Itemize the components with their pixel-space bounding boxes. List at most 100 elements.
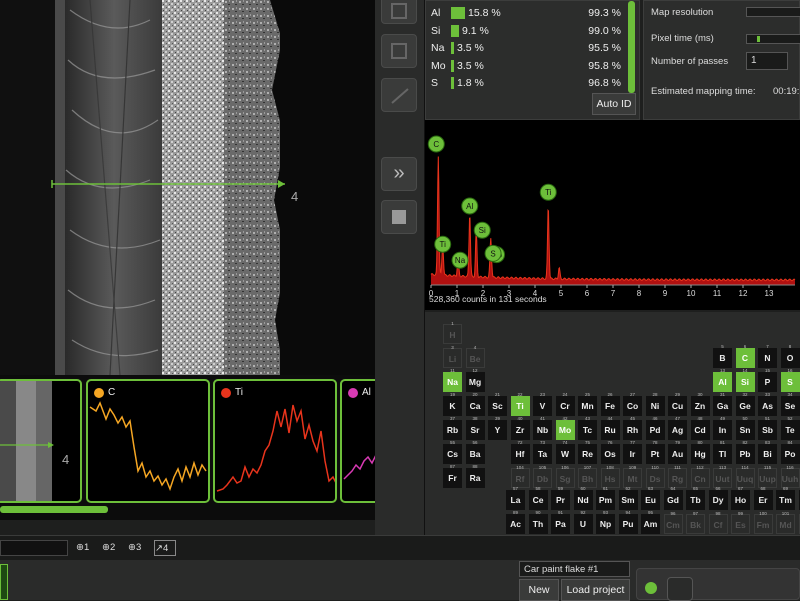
element-Na[interactable]: 11Na bbox=[443, 372, 462, 392]
element-Am[interactable]: 95Am bbox=[641, 514, 660, 534]
element-Tm[interactable]: 69Tm bbox=[776, 490, 795, 510]
element-Cs[interactable]: 55Cs bbox=[443, 444, 462, 464]
element-Sn[interactable]: 50Sn bbox=[736, 420, 755, 440]
element-Re[interactable]: 75Re bbox=[578, 444, 597, 464]
line-tool-3[interactable]: ⊕3 bbox=[128, 540, 150, 556]
element-Zr[interactable]: 40Zr bbox=[511, 420, 530, 440]
element-Pb[interactable]: 82Pb bbox=[736, 444, 755, 464]
channel-Ti[interactable]: Ti bbox=[213, 379, 337, 503]
line-tool-4[interactable]: ↗4 bbox=[154, 540, 176, 556]
element-Pd[interactable]: 46Pd bbox=[646, 420, 665, 440]
element-Te[interactable]: 52Te bbox=[781, 420, 800, 440]
element-Sb[interactable]: 51Sb bbox=[758, 420, 777, 440]
element-Pa[interactable]: 91Pa bbox=[551, 514, 570, 534]
element-Sc[interactable]: 21Sc bbox=[488, 396, 507, 416]
new-button[interactable]: New bbox=[519, 579, 559, 601]
frame-button[interactable] bbox=[381, 0, 417, 24]
element-Po[interactable]: 84Po bbox=[781, 444, 800, 464]
element-Nd[interactable]: 60Nd bbox=[574, 490, 593, 510]
element-row[interactable]: Na3.5 %95.5 % bbox=[431, 40, 636, 56]
element-Be[interactable]: 4Be bbox=[466, 348, 485, 368]
element-Ra[interactable]: 88Ra bbox=[466, 468, 485, 488]
auto-id-button[interactable]: Auto ID bbox=[592, 93, 636, 115]
element-O[interactable]: 8O bbox=[781, 348, 800, 368]
element-row[interactable]: Si9.1 %99.0 % bbox=[431, 23, 636, 39]
element-Sr[interactable]: 38Sr bbox=[466, 420, 485, 440]
project-name-field[interactable]: Car paint flake #1 bbox=[519, 561, 630, 577]
element-As[interactable]: 33As bbox=[758, 396, 777, 416]
fast-forward-icon[interactable]: » bbox=[381, 157, 417, 191]
element-Fm[interactable]: 100Fm bbox=[754, 514, 773, 534]
element-Y[interactable]: 39Y bbox=[488, 420, 507, 440]
element-Ta[interactable]: 73Ta bbox=[533, 444, 552, 464]
element-B[interactable]: 5B bbox=[713, 348, 732, 368]
element-Li[interactable]: 3Li bbox=[443, 348, 462, 368]
element-Ga[interactable]: 31Ga bbox=[713, 396, 732, 416]
element-S[interactable]: 16S bbox=[781, 372, 800, 392]
element-Ge[interactable]: 32Ge bbox=[736, 396, 755, 416]
element-Ag[interactable]: 47Ag bbox=[668, 420, 687, 440]
element-U[interactable]: 92U bbox=[574, 514, 593, 534]
element-N[interactable]: 7N bbox=[758, 348, 777, 368]
element-Co[interactable]: 27Co bbox=[623, 396, 642, 416]
element-Hg[interactable]: 80Hg bbox=[691, 444, 710, 464]
element-Sm[interactable]: 62Sm bbox=[619, 490, 638, 510]
timeline-marker[interactable] bbox=[0, 564, 8, 600]
element-Tb[interactable]: 65Tb bbox=[686, 490, 705, 510]
element-Pt[interactable]: 78Pt bbox=[646, 444, 665, 464]
element-Eu[interactable]: 63Eu bbox=[641, 490, 660, 510]
element-Zn[interactable]: 30Zn bbox=[691, 396, 710, 416]
element-P[interactable]: 15P bbox=[758, 372, 777, 392]
element-Rh[interactable]: 45Rh bbox=[623, 420, 642, 440]
element-Pr[interactable]: 59Pr bbox=[551, 490, 570, 510]
channel-C[interactable]: C bbox=[86, 379, 210, 503]
element-La[interactable]: 57La bbox=[506, 490, 525, 510]
element-Se[interactable]: 34Se bbox=[781, 396, 800, 416]
element-Ti[interactable]: 22Ti bbox=[511, 396, 530, 416]
load-project-button[interactable]: Load project bbox=[561, 579, 630, 601]
element-Np[interactable]: 93Np bbox=[596, 514, 615, 534]
element-Mg[interactable]: 12Mg bbox=[466, 372, 485, 392]
resize-icon[interactable] bbox=[381, 78, 417, 112]
line-tool-2[interactable]: ⊕2 bbox=[102, 540, 124, 556]
element-Bi[interactable]: 83Bi bbox=[758, 444, 777, 464]
element-row[interactable]: Al15.8 %99.3 % bbox=[431, 5, 636, 21]
element-W[interactable]: 74W bbox=[556, 444, 575, 464]
element-H[interactable]: 1H bbox=[443, 324, 462, 344]
element-Os[interactable]: 76Os bbox=[601, 444, 620, 464]
element-Gd[interactable]: 64Gd bbox=[664, 490, 683, 510]
linescan-thumbnail[interactable]: 4 bbox=[0, 379, 82, 503]
line-tool-1[interactable]: ⊕1 bbox=[76, 540, 98, 556]
element-V[interactable]: 23V bbox=[533, 396, 552, 416]
element-Mo[interactable]: 42Mo bbox=[556, 420, 575, 440]
element-Ru[interactable]: 44Ru bbox=[601, 420, 620, 440]
element-row[interactable]: S1.8 %96.8 % bbox=[431, 75, 636, 91]
spectrum-chart[interactable]: 012345678910111213CTiNaAlSiMoSTi 528,360… bbox=[425, 120, 800, 310]
element-Cu[interactable]: 29Cu bbox=[668, 396, 687, 416]
element-Cr[interactable]: 24Cr bbox=[556, 396, 575, 416]
element-Mn[interactable]: 25Mn bbox=[578, 396, 597, 416]
element-Nb[interactable]: 41Nb bbox=[533, 420, 552, 440]
element-Hf[interactable]: 72Hf bbox=[511, 444, 530, 464]
element-Ba[interactable]: 56Ba bbox=[466, 444, 485, 464]
element-Md[interactable]: 101Md bbox=[776, 514, 795, 534]
element-Cm[interactable]: 96Cm bbox=[664, 514, 683, 534]
element-Th[interactable]: 90Th bbox=[529, 514, 548, 534]
element-Cf[interactable]: 98Cf bbox=[709, 514, 728, 534]
element-Dy[interactable]: 66Dy bbox=[709, 490, 728, 510]
element-K[interactable]: 19K bbox=[443, 396, 462, 416]
pixel-time-slider[interactable] bbox=[746, 34, 800, 44]
element-Ho[interactable]: 67Ho bbox=[731, 490, 750, 510]
element-Rb[interactable]: 37Rb bbox=[443, 420, 462, 440]
element-In[interactable]: 49In bbox=[713, 420, 732, 440]
passes-input[interactable]: 1 bbox=[746, 52, 788, 70]
status-slot[interactable] bbox=[667, 577, 693, 601]
element-Tl[interactable]: 81Tl bbox=[713, 444, 732, 464]
element-Ce[interactable]: 58Ce bbox=[529, 490, 548, 510]
element-Ca[interactable]: 20Ca bbox=[466, 396, 485, 416]
element-Fr[interactable]: 87Fr bbox=[443, 468, 462, 488]
element-Si[interactable]: 14Si bbox=[736, 372, 755, 392]
element-Ac[interactable]: 89Ac bbox=[506, 514, 525, 534]
element-Tc[interactable]: 43Tc bbox=[578, 420, 597, 440]
sem-image[interactable]: 4 bbox=[0, 0, 375, 375]
